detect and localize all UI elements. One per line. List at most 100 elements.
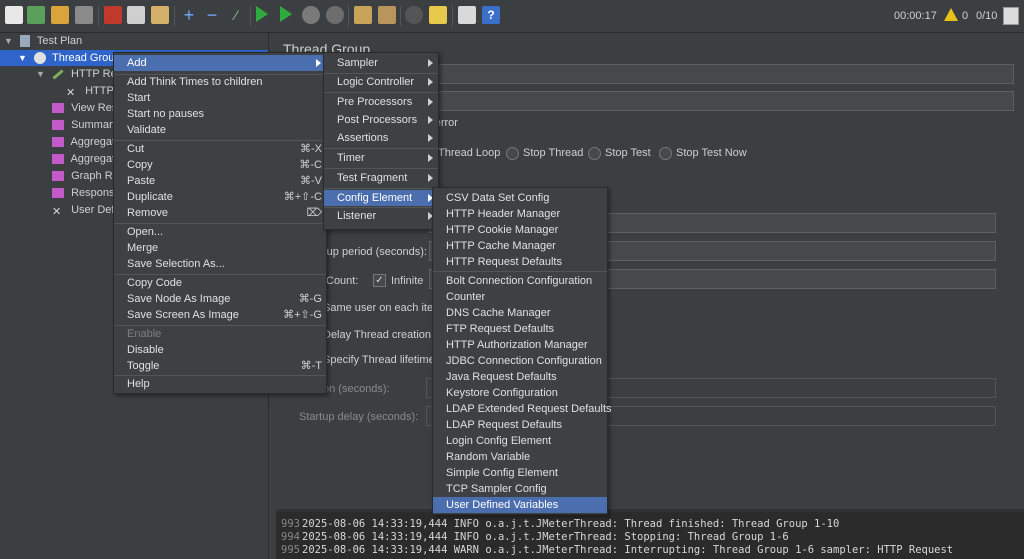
tree-item-user-defined[interactable]: ✕ User Defi [52,202,117,218]
toolbar-separator [452,6,453,26]
infinite-checkbox[interactable]: ✓ [373,274,386,287]
cut-icon[interactable] [104,6,122,24]
menu-item-cut[interactable]: Cut ⌘-X [114,141,326,157]
config-item-login-config[interactable]: Login Config Element [433,433,607,449]
radio-stop-test[interactable] [588,147,601,160]
config-item-http-cookie-manager[interactable]: HTTP Cookie Manager [433,222,607,238]
config-item-user-defined-variables[interactable]: User Defined Variables [433,497,607,513]
menu-item-remove[interactable]: Remove ⌦ [114,205,326,221]
config-item-keystore-configuration[interactable]: Keystore Configuration [433,385,607,401]
config-item-http-header-manager[interactable]: HTTP Header Manager [433,206,607,222]
submenu-item-pre-processors[interactable]: Pre Processors [324,94,438,110]
config-item-dns-cache-manager[interactable]: DNS Cache Manager [433,305,607,321]
submenu-item-timer[interactable]: Timer [324,150,438,166]
config-item-ldap-extended-defaults[interactable]: LDAP Extended Request Defaults [433,401,612,417]
collapse-icon[interactable]: − [203,6,221,24]
menu-item-start-no-pauses[interactable]: Start no pauses [114,106,326,122]
tree-item-summary[interactable]: Summary [52,117,118,133]
toggle-icon[interactable]: ⁄ [227,6,245,24]
config-item-counter[interactable]: Counter [433,289,607,305]
radio-stop-test-now-label[interactable]: Stop Test Now [676,147,747,159]
submenu-item-listener[interactable]: Listener [324,208,438,224]
open-icon[interactable] [51,6,69,24]
same-user-label[interactable]: Same user on each iterat [323,302,446,314]
chevron-down-icon[interactable]: ▼ [36,69,45,79]
infinite-label[interactable]: Infinite [391,275,423,287]
menu-item-save-selection-as[interactable]: Save Selection As... [114,256,326,272]
menu-item-validate[interactable]: Validate [114,122,326,138]
menu-item-start[interactable]: Start [114,90,326,106]
help-icon[interactable]: ? [482,6,500,24]
submenu-item-assertions[interactable]: Assertions [324,130,438,146]
tree-item-graph-results[interactable]: Graph Re [52,168,119,184]
thread-lifetime-label[interactable]: Specify Thread lifetime [323,354,435,366]
log-viewer-icon[interactable] [1003,7,1019,25]
search-icon[interactable] [405,6,423,24]
config-item-simple-config[interactable]: Simple Config Element [433,465,607,481]
save-icon[interactable] [75,6,93,24]
radio-stop-thread-label[interactable]: Stop Thread [523,147,583,159]
menu-item-merge[interactable]: Merge [114,240,326,256]
config-item-csv-data-set[interactable]: CSV Data Set Config [433,190,607,206]
radio-stop-test-now[interactable] [659,147,672,160]
menu-item-open[interactable]: Open... [114,224,326,240]
tree-item-label: HTTP [85,85,114,97]
chevron-down-icon[interactable]: ▼ [18,50,27,66]
config-item-tcp-sampler-config[interactable]: TCP Sampler Config [433,481,607,497]
config-item-bolt-connection[interactable]: Bolt Connection Configuration [433,273,607,289]
wrench-icon: ✕ [52,206,62,219]
radio-stop-thread[interactable] [506,147,519,160]
shutdown-icon[interactable] [326,6,344,24]
menu-item-duplicate[interactable]: Duplicate ⌘+⇧-C [114,189,326,205]
paste-icon[interactable] [151,6,169,24]
tree-item-label: Summary [71,119,119,131]
radio-thread-loop-label[interactable]: Thread Loop [438,147,500,159]
log-line-text: 2025-08-06 14:33:19,444 INFO o.a.j.t.JMe… [302,518,840,530]
tree-item-http-request[interactable]: ▼ HTTP Re [36,66,117,82]
config-item-ldap-request-defaults[interactable]: LDAP Request Defaults [433,417,607,433]
tree-item-aggregate-1[interactable]: Aggregat [52,134,115,150]
listener-icon [52,137,64,148]
submenu-item-logic-controller[interactable]: Logic Controller [324,74,438,90]
warning-icon[interactable] [944,8,958,21]
config-item-http-cache-manager[interactable]: HTTP Cache Manager [433,238,607,254]
config-item-http-authorization-manager[interactable]: HTTP Authorization Manager [433,337,607,353]
config-item-jdbc-connection[interactable]: JDBC Connection Configuration [433,353,607,369]
tree-item-response[interactable]: Response [52,185,121,201]
delay-thread-label[interactable]: Delay Thread creation un [323,329,446,341]
config-item-http-request-defaults[interactable]: HTTP Request Defaults [433,254,607,270]
tree-item-http[interactable]: ✕ HTTP [66,83,114,99]
menu-item-copy-code[interactable]: Copy Code [114,275,326,291]
radio-stop-test-label[interactable]: Stop Test [605,147,651,159]
submenu-item-sampler[interactable]: Sampler [324,55,438,71]
config-item-random-variable[interactable]: Random Variable [433,449,607,465]
menu-item-paste[interactable]: Paste ⌘-V [114,173,326,189]
menu-item-add-think-times[interactable]: Add Think Times to children [114,74,326,90]
submenu-item-test-fragment[interactable]: Test Fragment [324,170,438,186]
start-no-pauses-icon[interactable] [280,6,292,22]
menu-item-help[interactable]: Help [114,376,326,392]
tree-item-aggregate-2[interactable]: Aggregat [52,151,115,167]
clear-all-icon[interactable] [378,6,396,24]
new-icon[interactable] [5,6,23,24]
function-helper-icon[interactable] [458,6,476,24]
menu-item-save-screen-as-image[interactable]: Save Screen As Image ⌘+⇧-G [114,307,326,323]
chevron-down-icon[interactable]: ▼ [4,36,13,46]
menu-item-toggle[interactable]: Toggle ⌘-T [114,358,326,374]
expand-icon[interactable]: + [180,6,198,24]
submenu-item-config-element[interactable]: Config Element [324,190,438,206]
menu-item-disable[interactable]: Disable [114,342,326,358]
config-item-ftp-request-defaults[interactable]: FTP Request Defaults [433,321,607,337]
templates-icon[interactable] [27,6,45,24]
menu-item-copy[interactable]: Copy ⌘-C [114,157,326,173]
config-item-java-request-defaults[interactable]: Java Request Defaults [433,369,607,385]
menu-item-save-node-as-image[interactable]: Save Node As Image ⌘-G [114,291,326,307]
clear-icon[interactable] [354,6,372,24]
stop-icon[interactable] [302,6,320,24]
submenu-item-post-processors[interactable]: Post Processors [324,112,438,128]
menu-item-add[interactable]: Add [114,55,326,71]
start-icon[interactable] [256,6,268,22]
tree-item-test-plan[interactable]: ▼ Test Plan [4,33,82,49]
copy-icon[interactable] [127,6,145,24]
reset-search-icon[interactable] [429,6,447,24]
